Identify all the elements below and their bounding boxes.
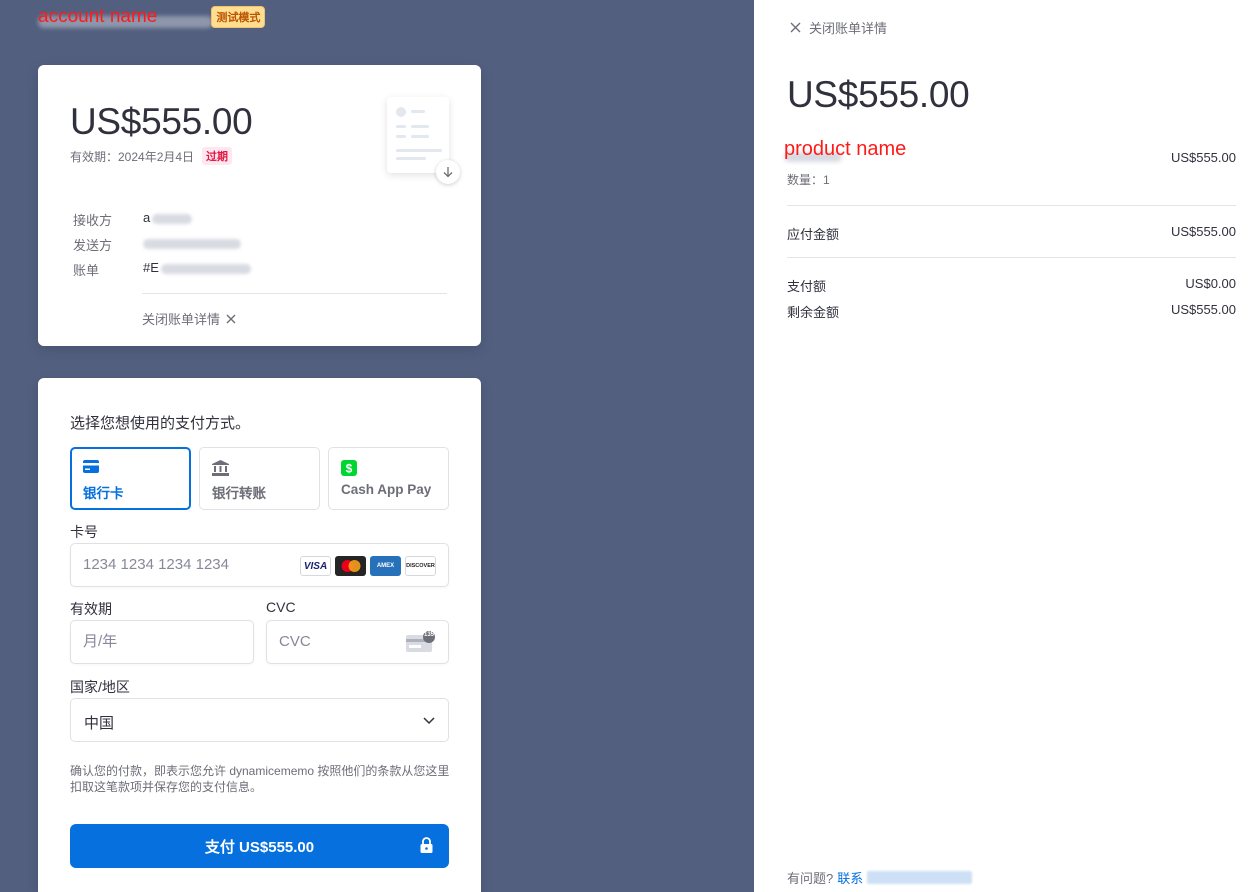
card-brand-logos: VISA AMEX DISCOVER xyxy=(300,556,436,576)
remaining-label: 剩余金额 xyxy=(787,305,840,320)
invoice-amount: US$555.00 xyxy=(70,101,253,142)
amount-due-value: US$555.00 xyxy=(1170,224,1236,239)
recipient-value: a xyxy=(143,210,193,229)
product-price: US$555.00 xyxy=(1170,150,1236,165)
card-number-label: 卡号 xyxy=(70,524,98,540)
cvc-input[interactable] xyxy=(279,633,389,650)
divider xyxy=(787,205,1236,206)
contact-email-redaction xyxy=(867,871,973,884)
bank-icon xyxy=(212,460,229,481)
cvc-icon-digits: 135 xyxy=(423,632,434,638)
invoice-number-row: 账单 #E xyxy=(73,260,251,279)
invoice-number-value: #E xyxy=(143,260,251,279)
mastercard-logo xyxy=(335,556,366,576)
details-amount: US$555.00 xyxy=(787,74,970,115)
cvc-card-icon: 135 xyxy=(406,631,436,658)
invoice-details-panel: 关闭账单详情 US$555.00 product name US$555.00 … xyxy=(754,0,1255,892)
cash-app-icon: $ xyxy=(341,460,357,481)
paid-value: US$0.00 xyxy=(1185,276,1236,291)
contact-link[interactable]: 联系 xyxy=(837,868,863,887)
tab-card[interactable]: 银行卡 xyxy=(70,447,191,510)
visa-logo: VISA xyxy=(300,556,331,576)
payment-form-card: 选择您想使用的支付方式。 银行卡 银行转账 $ Cash App Pay 卡号 … xyxy=(38,378,481,892)
expiry-label: 有效期 xyxy=(70,601,112,617)
help-question: 有问题? xyxy=(787,871,834,886)
invoice-number-label: 账单 xyxy=(73,263,100,278)
pay-button-label: 支付 US$555.00 xyxy=(204,838,315,856)
expired-badge: 过期 xyxy=(202,147,233,165)
tab-cash-app-pay[interactable]: $ Cash App Pay xyxy=(328,447,449,510)
recipient-row: 接收方 a xyxy=(73,210,193,229)
country-label: 国家/地区 xyxy=(70,679,130,695)
expiry-field[interactable] xyxy=(70,620,254,664)
expiry-input[interactable] xyxy=(83,633,233,650)
card-number-input[interactable] xyxy=(83,556,283,573)
country-value: 中国 xyxy=(84,715,115,732)
help-footer: 有问题? 联系 xyxy=(787,868,973,887)
chevron-down-icon xyxy=(423,717,435,725)
invoice-due-date: 有效期：2024年2月4日 过期 xyxy=(70,147,233,165)
close-icon xyxy=(226,314,236,323)
paid-label: 支付额 xyxy=(787,279,827,294)
remaining-value: US$555.00 xyxy=(1170,302,1236,317)
tab-bank-transfer-label: 银行转账 xyxy=(212,486,266,501)
lock-icon xyxy=(420,837,433,853)
tab-cash-app-pay-label: Cash App Pay xyxy=(341,482,432,497)
amount-due-row: 应付金额 US$555.00 xyxy=(787,224,1236,243)
sender-value-redacted xyxy=(143,235,241,254)
amex-logo: AMEX xyxy=(370,556,401,576)
discover-logo: DISCOVER xyxy=(405,556,436,576)
recipient-label: 接收方 xyxy=(73,213,113,228)
download-icon[interactable] xyxy=(436,160,460,184)
account-header: account name 测试模式 xyxy=(38,6,266,28)
due-date-text: 有效期：2024年2月4日 xyxy=(70,149,195,164)
remaining-row: 剩余金额 US$555.00 xyxy=(787,302,1236,321)
close-invoice-details-button[interactable]: 关闭账单详情 xyxy=(790,18,887,37)
sender-label: 发送方 xyxy=(73,238,113,253)
invoice-summary-card: US$555.00 有效期：2024年2月4日 过期 接收方 a 发送方 账单 … xyxy=(38,65,481,346)
amount-due-label: 应付金额 xyxy=(787,227,840,242)
legal-consent-text: 确认您的付款，即表示您允许 dynamicememo 按照他们的条款从您这里扣取… xyxy=(70,764,450,794)
sender-row: 发送方 xyxy=(73,235,241,254)
product-quantity: 数量：1 xyxy=(787,173,830,187)
cvc-field[interactable]: 135 xyxy=(266,620,449,664)
payment-method-title: 选择您想使用的支付方式。 xyxy=(70,415,251,432)
tab-card-label: 银行卡 xyxy=(83,486,124,501)
close-details-label: 关闭账单详情 xyxy=(142,312,221,327)
country-select[interactable]: 中国 xyxy=(70,698,449,742)
close-icon xyxy=(790,22,801,33)
tab-bank-transfer[interactable]: 银行转账 xyxy=(199,447,320,510)
card-icon xyxy=(83,460,99,478)
test-mode-badge: 测试模式 xyxy=(211,6,266,28)
card-number-field[interactable]: VISA AMEX DISCOVER xyxy=(70,543,449,587)
product-line: US$555.00 xyxy=(787,150,1236,165)
close-details-label: 关闭账单详情 xyxy=(809,21,888,36)
payment-method-tabs: 银行卡 银行转账 $ Cash App Pay xyxy=(70,447,449,510)
svg-text:$: $ xyxy=(346,462,353,476)
pay-button[interactable]: 支付 US$555.00 xyxy=(70,824,449,868)
divider xyxy=(142,293,447,294)
divider xyxy=(787,257,1236,258)
paid-row: 支付额 US$0.00 xyxy=(787,276,1236,295)
close-invoice-details-link[interactable]: 关闭账单详情 xyxy=(142,309,236,328)
cvc-label: CVC xyxy=(266,599,296,615)
account-name: account name xyxy=(38,6,158,27)
